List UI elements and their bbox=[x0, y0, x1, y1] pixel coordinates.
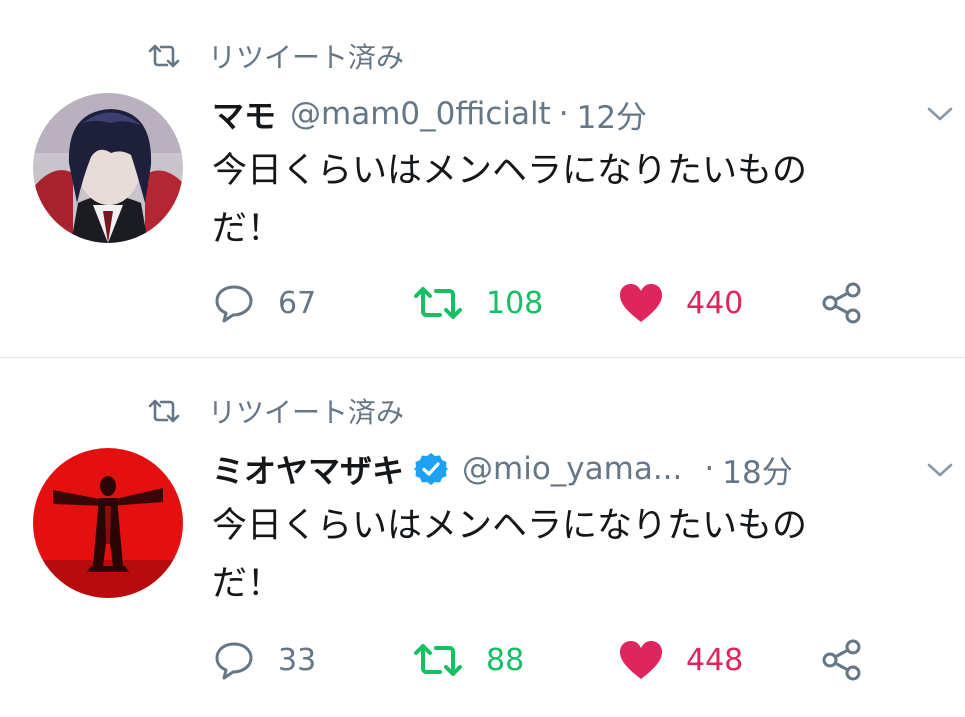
chevron-down-icon[interactable] bbox=[925, 104, 955, 124]
tweet-header: ミオヤマザキ @mio_yama... · 18分 bbox=[212, 445, 793, 493]
like-icon bbox=[620, 641, 662, 679]
retweet-icon bbox=[148, 399, 180, 423]
retweet-count: 88 bbox=[486, 642, 525, 678]
like-count: 448 bbox=[686, 642, 744, 678]
tweet-text-line: 今日くらいはメンヘラになりたいもの bbox=[212, 506, 808, 546]
reply-count: 67 bbox=[278, 285, 317, 321]
retweet-count: 108 bbox=[486, 285, 544, 321]
display-name[interactable]: マモ bbox=[212, 91, 276, 137]
retweeted-label: リツイート済み bbox=[208, 396, 405, 429]
reply-count: 33 bbox=[278, 642, 317, 678]
tweet-text-line: だ！ bbox=[212, 209, 283, 249]
tweet-text-line: 今日くらいはメンヘラになりたいもの bbox=[212, 151, 808, 191]
avatar[interactable] bbox=[33, 93, 183, 243]
like-count: 440 bbox=[686, 285, 744, 321]
tweet-header: マモ @mam0_0fficialt · 12分 bbox=[212, 90, 647, 138]
reply-button[interactable]: 67 bbox=[212, 278, 316, 328]
tweet[interactable]: リツイート済み ミオヤマザキ @mio_yama... · 18分 今日くらいは… bbox=[0, 357, 965, 717]
separator-dot: · bbox=[558, 96, 569, 132]
tweet[interactable]: リツイート済み マモ @mam0_0fficialt · 12分 今日くらいはメ… bbox=[0, 0, 965, 358]
share-button[interactable] bbox=[820, 635, 864, 685]
timestamp[interactable]: 12分 bbox=[577, 92, 647, 137]
retweet-icon bbox=[148, 44, 180, 68]
chevron-down-icon[interactable] bbox=[925, 460, 955, 480]
retweet-icon bbox=[414, 644, 462, 676]
separator-dot: · bbox=[704, 451, 715, 487]
like-button[interactable]: 440 bbox=[618, 278, 743, 328]
avatar[interactable] bbox=[33, 448, 183, 598]
share-button[interactable] bbox=[820, 278, 864, 328]
tweet-text: 今日くらいはメンヘラになりたいもの だ！ bbox=[212, 497, 912, 613]
retweet-icon bbox=[414, 287, 462, 319]
retweeted-header: リツイート済み bbox=[146, 391, 404, 431]
tweet-text: 今日くらいはメンヘラになりたいもの だ！ bbox=[212, 142, 912, 258]
user-handle[interactable]: @mio_yama... bbox=[462, 451, 682, 487]
tweet-text-line: だ！ bbox=[212, 564, 283, 604]
retweet-button[interactable]: 108 bbox=[412, 278, 543, 328]
reply-button[interactable]: 33 bbox=[212, 635, 316, 685]
reply-icon bbox=[215, 642, 253, 680]
share-icon bbox=[822, 639, 861, 681]
user-handle[interactable]: @mam0_0fficialt bbox=[290, 96, 551, 132]
display-name[interactable]: ミオヤマザキ bbox=[212, 446, 404, 492]
like-button[interactable]: 448 bbox=[618, 635, 743, 685]
tweet-actions: 33 88 448 bbox=[212, 635, 912, 685]
reply-icon bbox=[215, 285, 253, 323]
share-icon bbox=[822, 282, 861, 324]
retweet-button[interactable]: 88 bbox=[412, 635, 524, 685]
tweet-actions: 67 108 440 bbox=[212, 278, 912, 328]
retweeted-header: リツイート済み bbox=[146, 36, 404, 76]
like-icon bbox=[620, 284, 662, 322]
retweeted-label: リツイート済み bbox=[208, 41, 405, 74]
verified-icon bbox=[414, 453, 449, 485]
timestamp[interactable]: 18分 bbox=[722, 447, 792, 492]
